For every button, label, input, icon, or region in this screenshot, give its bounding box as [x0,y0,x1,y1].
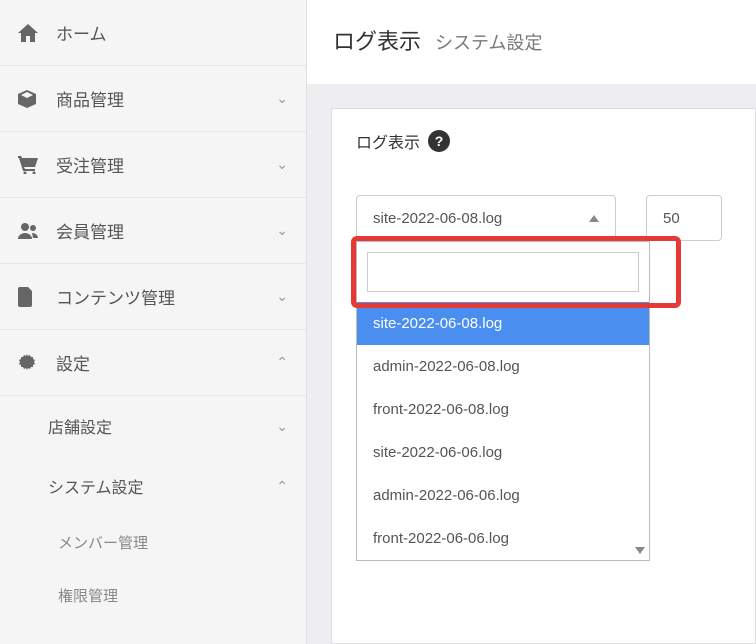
users-icon [18,223,44,239]
sidebar-subsubitem-label: メンバー管理 [58,535,148,552]
page-title: ログ表示 [333,24,421,56]
sidebar: ホーム 商品管理 ⌄ 受注管理 ⌄ 会員管理 ⌄ コンテンツ管理 ⌄ 設定 ⌃ [0,0,307,644]
chevron-down-icon: ⌄ [276,90,288,107]
sidebar-subitem-system-settings[interactable]: システム設定 ⌃ [0,456,306,516]
cart-icon [18,156,44,174]
chevron-down-icon: ⌄ [276,288,288,305]
sidebar-subitem-shop-settings[interactable]: 店舗設定 ⌄ [0,396,306,456]
sidebar-subsubitem-member-mgmt[interactable]: メンバー管理 [0,516,306,569]
dropdown-search-wrap [357,242,649,302]
main-content: ログ表示 システム設定 ログ表示 ? site-2022-06-08.log 5… [307,0,756,644]
log-file-dropdown: site-2022-06-08.log admin-2022-06-08.log… [356,241,650,561]
help-icon[interactable]: ? [428,130,450,152]
sidebar-item-label: 商品管理 [56,86,276,111]
sidebar-item-orders[interactable]: 受注管理 ⌄ [0,132,306,198]
dropdown-option[interactable]: front-2022-06-06.log [357,517,649,560]
chevron-up-icon: ⌃ [276,478,288,495]
dropdown-option[interactable]: front-2022-06-08.log [357,388,649,431]
scroll-down-icon [635,547,645,554]
card-header: ログ表示 ? [332,129,755,171]
gear-icon [18,354,44,372]
home-icon [18,24,44,42]
dropdown-option[interactable]: admin-2022-06-06.log [357,474,649,517]
sidebar-item-label: 会員管理 [56,218,276,243]
dropdown-option[interactable]: site-2022-06-06.log [357,431,649,474]
dropdown-option[interactable]: site-2022-06-08.log [357,302,649,345]
chevron-down-icon: ⌄ [276,222,288,239]
card-title: ログ表示 [356,129,420,153]
caret-up-icon [589,215,599,222]
sidebar-subsubitem-label: 権限管理 [58,588,118,605]
log-file-select[interactable]: site-2022-06-08.log [356,195,616,241]
sidebar-subsubitem-permission-mgmt[interactable]: 権限管理 [0,569,306,622]
sidebar-item-members[interactable]: 会員管理 ⌄ [0,198,306,264]
sidebar-item-products[interactable]: 商品管理 ⌄ [0,66,306,132]
chevron-down-icon: ⌄ [276,418,288,435]
sidebar-item-label: 受注管理 [56,152,276,177]
sidebar-item-label: コンテンツ管理 [56,284,276,309]
dropdown-option[interactable]: admin-2022-06-08.log [357,345,649,388]
page-subtitle: システム設定 [435,29,542,55]
cube-icon [18,90,44,108]
sidebar-item-home[interactable]: ホーム [0,0,306,66]
sidebar-subitem-label: 店舗設定 [48,414,276,438]
dropdown-list[interactable]: site-2022-06-08.log admin-2022-06-08.log… [357,302,649,560]
row-count-input[interactable]: 50 [646,195,722,241]
sidebar-item-label: 設定 [56,350,276,375]
log-card: ログ表示 ? site-2022-06-08.log 50 site-2022-… [331,108,756,644]
select-value: site-2022-06-08.log [373,210,502,227]
sidebar-item-content[interactable]: コンテンツ管理 ⌄ [0,264,306,330]
sidebar-item-label: ホーム [56,20,288,45]
count-value: 50 [663,210,680,227]
dropdown-search-input[interactable] [367,252,639,292]
sidebar-item-settings[interactable]: 設定 ⌃ [0,330,306,396]
log-controls: site-2022-06-08.log 50 site-2022-06-08.l… [332,171,755,265]
chevron-down-icon: ⌄ [276,156,288,173]
page-header: ログ表示 システム設定 [307,0,756,84]
file-icon [18,287,44,307]
sidebar-subitem-label: システム設定 [48,474,276,498]
chevron-up-icon: ⌃ [276,354,288,371]
